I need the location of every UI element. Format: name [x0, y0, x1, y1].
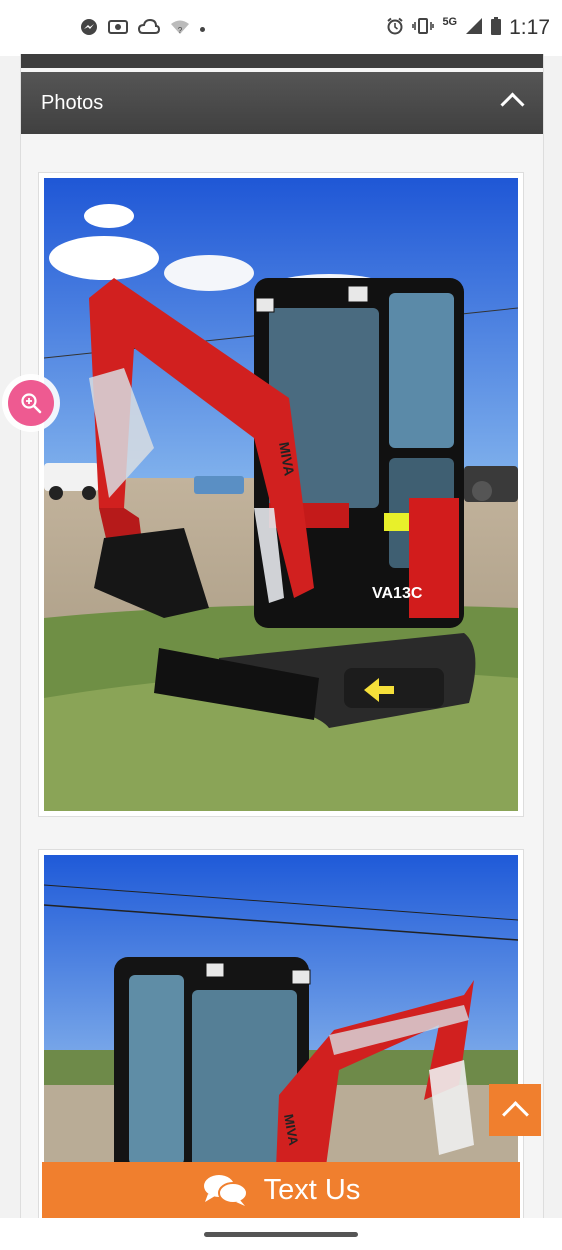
chat-bubbles-icon — [203, 1175, 248, 1206]
chevron-up-icon[interactable] — [500, 92, 525, 117]
wifi-icon: ? — [170, 19, 190, 40]
svg-text:?: ? — [178, 26, 183, 35]
text-us-label: Text Us — [263, 1173, 361, 1206]
photo-icon — [108, 19, 128, 40]
network-type: 5G — [442, 16, 458, 28]
cloud-icon — [137, 18, 161, 40]
photo-card[interactable]: VA13C MIVA — [38, 172, 524, 817]
status-bar: ? 5G 1:17 — [0, 0, 562, 56]
chevron-up-icon — [502, 1101, 529, 1128]
collapsed-section-bar[interactable] — [21, 54, 543, 68]
text-us-button[interactable]: Text Us — [42, 1162, 520, 1218]
scroll-to-top-button[interactable] — [489, 1084, 541, 1136]
model-decal: VA13C — [372, 585, 423, 602]
system-navigation-bar — [0, 1218, 562, 1250]
page-content: Photos VA13C MIVA MIVA — [20, 54, 544, 1224]
photos-section-header[interactable]: Photos — [21, 72, 543, 134]
home-gesture-pill[interactable] — [204, 1232, 358, 1237]
notification-dot — [200, 27, 205, 32]
clock: 1:17 — [509, 16, 550, 39]
zoom-button[interactable] — [8, 380, 54, 426]
alarm-icon — [386, 17, 404, 40]
vibrate-icon — [412, 17, 435, 40]
excavator-photo[interactable]: VA13C MIVA — [44, 178, 518, 811]
messenger-icon — [80, 18, 98, 41]
battery-icon — [491, 16, 502, 40]
section-title: Photos — [41, 92, 104, 114]
zoom-in-icon — [21, 393, 42, 414]
signal-icon — [465, 17, 483, 40]
